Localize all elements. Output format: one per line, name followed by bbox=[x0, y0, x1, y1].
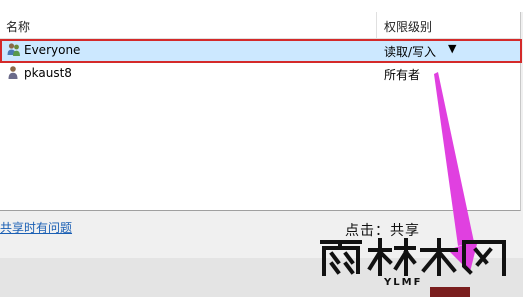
chevron-down-icon[interactable]: ▼ bbox=[448, 42, 456, 55]
list-item-everyone[interactable]: Everyone 读取/写入 ▼ bbox=[0, 40, 520, 61]
share-dialog: 名称 权限级别 Everyone 读取/写入 ▼ pkaust8 所有者 共享时… bbox=[0, 0, 523, 297]
share-user-list[interactable]: 名称 权限级别 Everyone 读取/写入 ▼ pkaust8 所有者 bbox=[0, 12, 522, 211]
row-permission: 所有者 bbox=[384, 68, 421, 82]
column-divider[interactable] bbox=[376, 12, 377, 38]
row-name: pkaust8 bbox=[24, 66, 72, 80]
column-header-permission[interactable]: 权限级别 bbox=[384, 18, 432, 35]
dialog-top-strip bbox=[0, 0, 523, 12]
row-name: Everyone bbox=[24, 43, 81, 57]
watermark-logo: YLMF bbox=[318, 236, 518, 292]
group-icon bbox=[7, 42, 21, 57]
list-header: 名称 权限级别 bbox=[0, 12, 520, 39]
permission-dropdown[interactable]: 读取/写入 bbox=[384, 43, 436, 60]
list-item-pkaust8[interactable]: pkaust8 所有者 bbox=[0, 63, 520, 84]
user-icon bbox=[7, 65, 21, 80]
watermark-subtext: YLMF bbox=[384, 277, 423, 288]
share-help-link[interactable]: 共享时有问题 bbox=[0, 219, 72, 236]
column-header-name[interactable]: 名称 bbox=[6, 18, 30, 35]
